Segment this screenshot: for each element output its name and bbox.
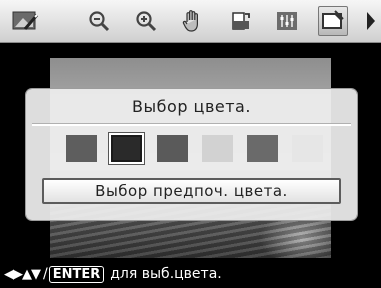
color-frame-icon[interactable] [318, 6, 348, 36]
zoom-out-icon[interactable] [84, 6, 114, 36]
adjust-icon[interactable] [272, 6, 302, 36]
color-swatch[interactable] [202, 135, 233, 162]
hand-move-icon[interactable] [178, 6, 208, 36]
color-swatch[interactable] [111, 135, 142, 162]
hint-separator: / [43, 266, 48, 282]
color-swatch[interactable] [292, 135, 323, 162]
navigation-hint: ◀▶▲▼ / ENTER для выб.цвета. [4, 264, 222, 284]
dialog-divider [32, 123, 351, 126]
rotate-icon[interactable] [226, 6, 256, 36]
photo-edit-icon[interactable] [10, 6, 40, 36]
enter-key-icon: ENTER [48, 265, 105, 283]
preferred-color-button[interactable]: Выбор предпоч. цвета. [42, 178, 341, 204]
color-swatch[interactable] [247, 135, 278, 162]
hint-text: для выб.цвета. [110, 266, 222, 282]
dialog-title: Выбор цвета. [132, 97, 251, 116]
zoom-in-icon[interactable] [131, 6, 161, 36]
color-swatch[interactable] [157, 135, 188, 162]
color-select-dialog: Выбор цвета. Выбор предпоч. цвета. [26, 89, 357, 220]
scroll-right-arrow-icon[interactable] [367, 12, 375, 30]
direction-arrows-icon: ◀▶▲▼ [4, 266, 41, 282]
color-swatch[interactable] [66, 135, 97, 162]
toolbar [0, 0, 381, 43]
color-swatch-list [66, 135, 326, 165]
